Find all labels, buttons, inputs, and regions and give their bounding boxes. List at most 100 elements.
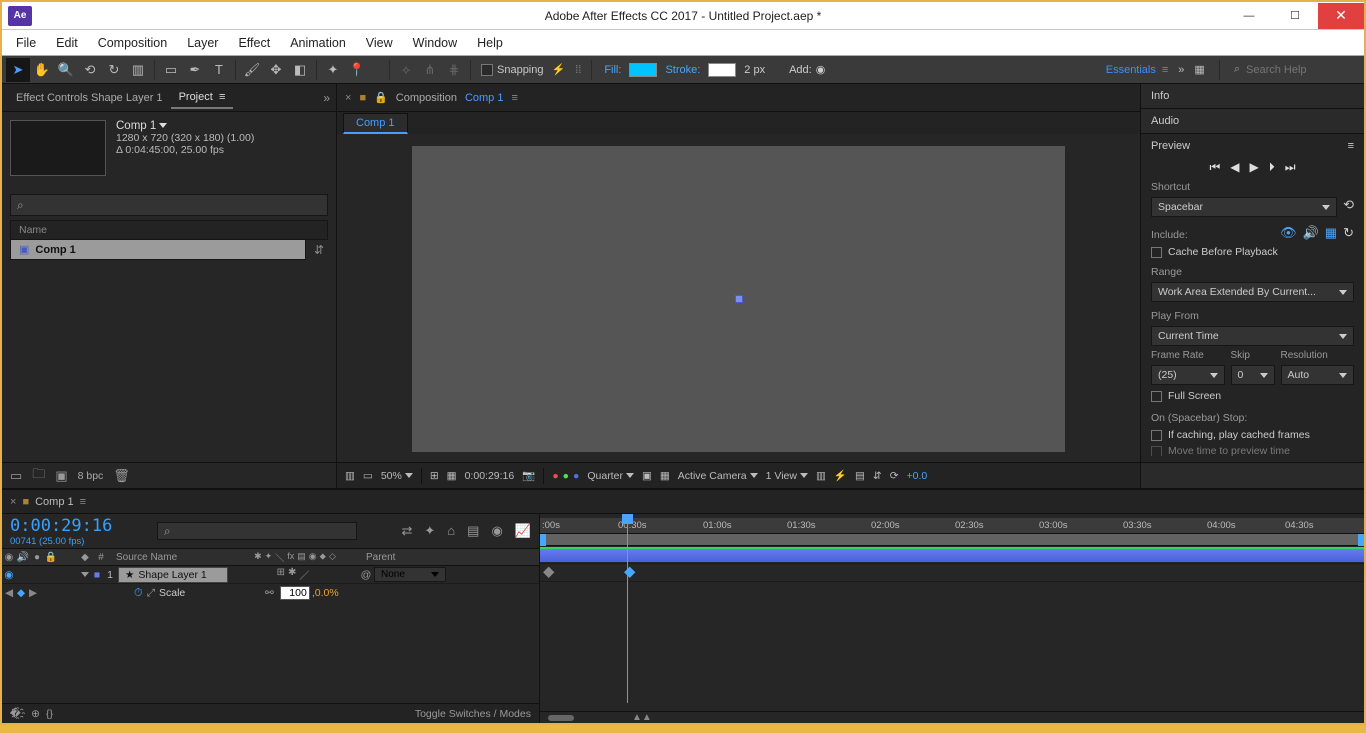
- menu-edit[interactable]: Edit: [46, 32, 88, 54]
- keyframe[interactable]: [543, 567, 554, 578]
- first-frame-button[interactable]: ⏮: [1209, 160, 1220, 175]
- col-solo[interactable]: ●: [30, 552, 44, 563]
- next-key-button[interactable]: ▶: [26, 587, 40, 599]
- puppet-tool[interactable]: 📍: [345, 58, 369, 82]
- framerate-selector[interactable]: (25): [1151, 365, 1225, 385]
- viewer-layout-icon[interactable]: ▭: [363, 470, 373, 482]
- menu-layer[interactable]: Layer: [177, 32, 228, 54]
- lock-icon[interactable]: 🔒: [374, 91, 388, 104]
- current-time-display[interactable]: 0:00:29:16: [10, 516, 112, 536]
- time-ruler[interactable]: :00s 00:30s 01:00s 01:30s 02:00s 02:30s …: [540, 518, 1364, 534]
- composition-thumbnail[interactable]: [10, 120, 106, 176]
- clone-tool[interactable]: ✥: [264, 58, 288, 82]
- transparency-grid-icon[interactable]: ▦: [447, 470, 457, 482]
- column-header-name[interactable]: Name: [10, 220, 328, 240]
- exposure-value[interactable]: +0.0: [907, 470, 928, 482]
- panel-menu-icon[interactable]: ≡: [511, 92, 517, 104]
- layer-row-1[interactable]: ◉ ■ 1 ★Shape Layer 1 ⊞✱／ @ None: [2, 566, 539, 584]
- pixel-aspect-icon[interactable]: ▥: [816, 470, 826, 482]
- work-area-bar[interactable]: [540, 534, 1364, 546]
- layer-track-1[interactable]: [540, 546, 1364, 564]
- chevron-down-icon[interactable]: [159, 123, 167, 128]
- menu-composition[interactable]: Composition: [88, 32, 177, 54]
- playfrom-selector[interactable]: Current Time: [1151, 326, 1354, 346]
- close-panel-icon[interactable]: ×: [10, 496, 16, 508]
- draft-3d-icon[interactable]: ✦: [424, 523, 435, 539]
- layer-visibility-toggle[interactable]: ◉: [2, 569, 16, 581]
- timeline-tracks[interactable]: :00s 00:30s 01:00s 01:30s 02:00s 02:30s …: [540, 514, 1364, 723]
- eraser-tool[interactable]: ◧: [288, 58, 312, 82]
- toggle-switches-icon[interactable]: �҈: [10, 708, 25, 720]
- reset-icon[interactable]: ⟲: [1343, 197, 1354, 213]
- flowchart-icon[interactable]: ⇵: [310, 243, 328, 257]
- time-display[interactable]: 0:00:29:16: [465, 470, 515, 482]
- channels-icon[interactable]: ●: [552, 470, 558, 482]
- view-axis-mode[interactable]: ⋕: [442, 58, 466, 82]
- viewer-tab-comp1[interactable]: Comp 1: [343, 113, 408, 134]
- flowchart-view-icon[interactable]: ⇵: [873, 470, 882, 482]
- scale-x-input[interactable]: [280, 586, 310, 600]
- onstop-move-checkbox[interactable]: Move time to preview time: [1151, 446, 1354, 456]
- overflow-icon[interactable]: »: [323, 91, 330, 105]
- layer-color-label[interactable]: ■: [92, 569, 102, 581]
- parent-pickwhip[interactable]: @: [358, 569, 374, 581]
- tab-effect-controls[interactable]: Effect Controls Shape Layer 1: [8, 88, 171, 108]
- layer-name[interactable]: ★Shape Layer 1: [118, 567, 228, 583]
- toggle-switches-modes[interactable]: Toggle Switches / Modes: [415, 708, 531, 720]
- menu-window[interactable]: Window: [403, 32, 467, 54]
- timeline-icon[interactable]: ▤: [855, 470, 865, 482]
- overflow-icon[interactable]: »: [1178, 64, 1184, 76]
- next-frame-button[interactable]: ⏵: [1269, 160, 1275, 175]
- fast-previews-icon[interactable]: ⚡: [834, 469, 847, 482]
- interpret-footage-icon[interactable]: ▭: [10, 468, 22, 484]
- include-video-icon[interactable]: 👁: [1280, 225, 1297, 241]
- bpc-label[interactable]: 8 bpc: [78, 470, 104, 482]
- menu-file[interactable]: File: [6, 32, 46, 54]
- include-audio-icon[interactable]: 🔊: [1303, 225, 1319, 241]
- local-axis-mode[interactable]: ⟡: [394, 58, 418, 82]
- world-axis-mode[interactable]: ⋔: [418, 58, 442, 82]
- selection-tool[interactable]: ➤: [6, 58, 30, 82]
- timeline-search[interactable]: ⌕: [157, 522, 357, 540]
- add-button[interactable]: ◉: [816, 63, 826, 76]
- render-queue-icon[interactable]: ⊕: [31, 708, 40, 720]
- col-video[interactable]: ◉: [2, 552, 16, 563]
- timeline-tab-label[interactable]: Comp 1: [35, 496, 74, 508]
- prev-key-button[interactable]: ◀: [2, 587, 16, 599]
- layer-switches[interactable]: ⊞✱／: [228, 567, 358, 582]
- skip-selector[interactable]: 0: [1231, 365, 1275, 385]
- rotate-tool[interactable]: ↻: [102, 58, 126, 82]
- fill-swatch[interactable]: [629, 63, 657, 77]
- menu-view[interactable]: View: [356, 32, 403, 54]
- zoom-tool[interactable]: 🔍: [54, 58, 78, 82]
- roto-tool[interactable]: ✦: [321, 58, 345, 82]
- panel-menu-icon[interactable]: ≡: [80, 496, 86, 508]
- parent-selector[interactable]: None: [374, 567, 446, 582]
- zoom-slider[interactable]: [548, 715, 574, 721]
- rectangle-tool[interactable]: ▭: [159, 58, 183, 82]
- snapping-toggle[interactable]: Snapping ⚡ ⁞⁞: [481, 63, 581, 76]
- constrain-icon[interactable]: ⤢: [147, 587, 155, 600]
- maximize-button[interactable]: ☐: [1272, 3, 1318, 29]
- loop-icon[interactable]: ↻: [1343, 225, 1354, 241]
- views-selector[interactable]: 1 View: [766, 470, 808, 482]
- keyframe-selected[interactable]: [624, 567, 635, 578]
- info-panel-title[interactable]: Info: [1151, 90, 1169, 102]
- new-comp-icon[interactable]: ▣: [55, 468, 67, 484]
- tab-project[interactable]: Project ≡: [171, 87, 234, 109]
- comp-mini-flowchart-icon[interactable]: ⇄: [401, 523, 412, 539]
- cache-before-checkbox[interactable]: Cache Before Playback: [1151, 246, 1354, 258]
- camera-selector[interactable]: Active Camera: [678, 470, 758, 482]
- link-icon[interactable]: ⚯: [265, 587, 274, 599]
- composition-canvas[interactable]: [412, 146, 1065, 452]
- zoom-selector[interactable]: 50%: [381, 470, 413, 482]
- menu-effect[interactable]: Effect: [228, 32, 280, 54]
- panel-layout-icon[interactable]: ▦: [1194, 63, 1204, 76]
- close-button[interactable]: ✕: [1318, 3, 1364, 29]
- project-search[interactable]: ⌕: [10, 194, 328, 216]
- col-lock[interactable]: 🔒: [44, 552, 58, 563]
- col-label[interactable]: ◆: [78, 552, 92, 563]
- resolution-selector[interactable]: Quarter: [587, 470, 634, 482]
- last-frame-button[interactable]: ⏭: [1285, 160, 1296, 175]
- search-help-input[interactable]: [1246, 64, 1356, 76]
